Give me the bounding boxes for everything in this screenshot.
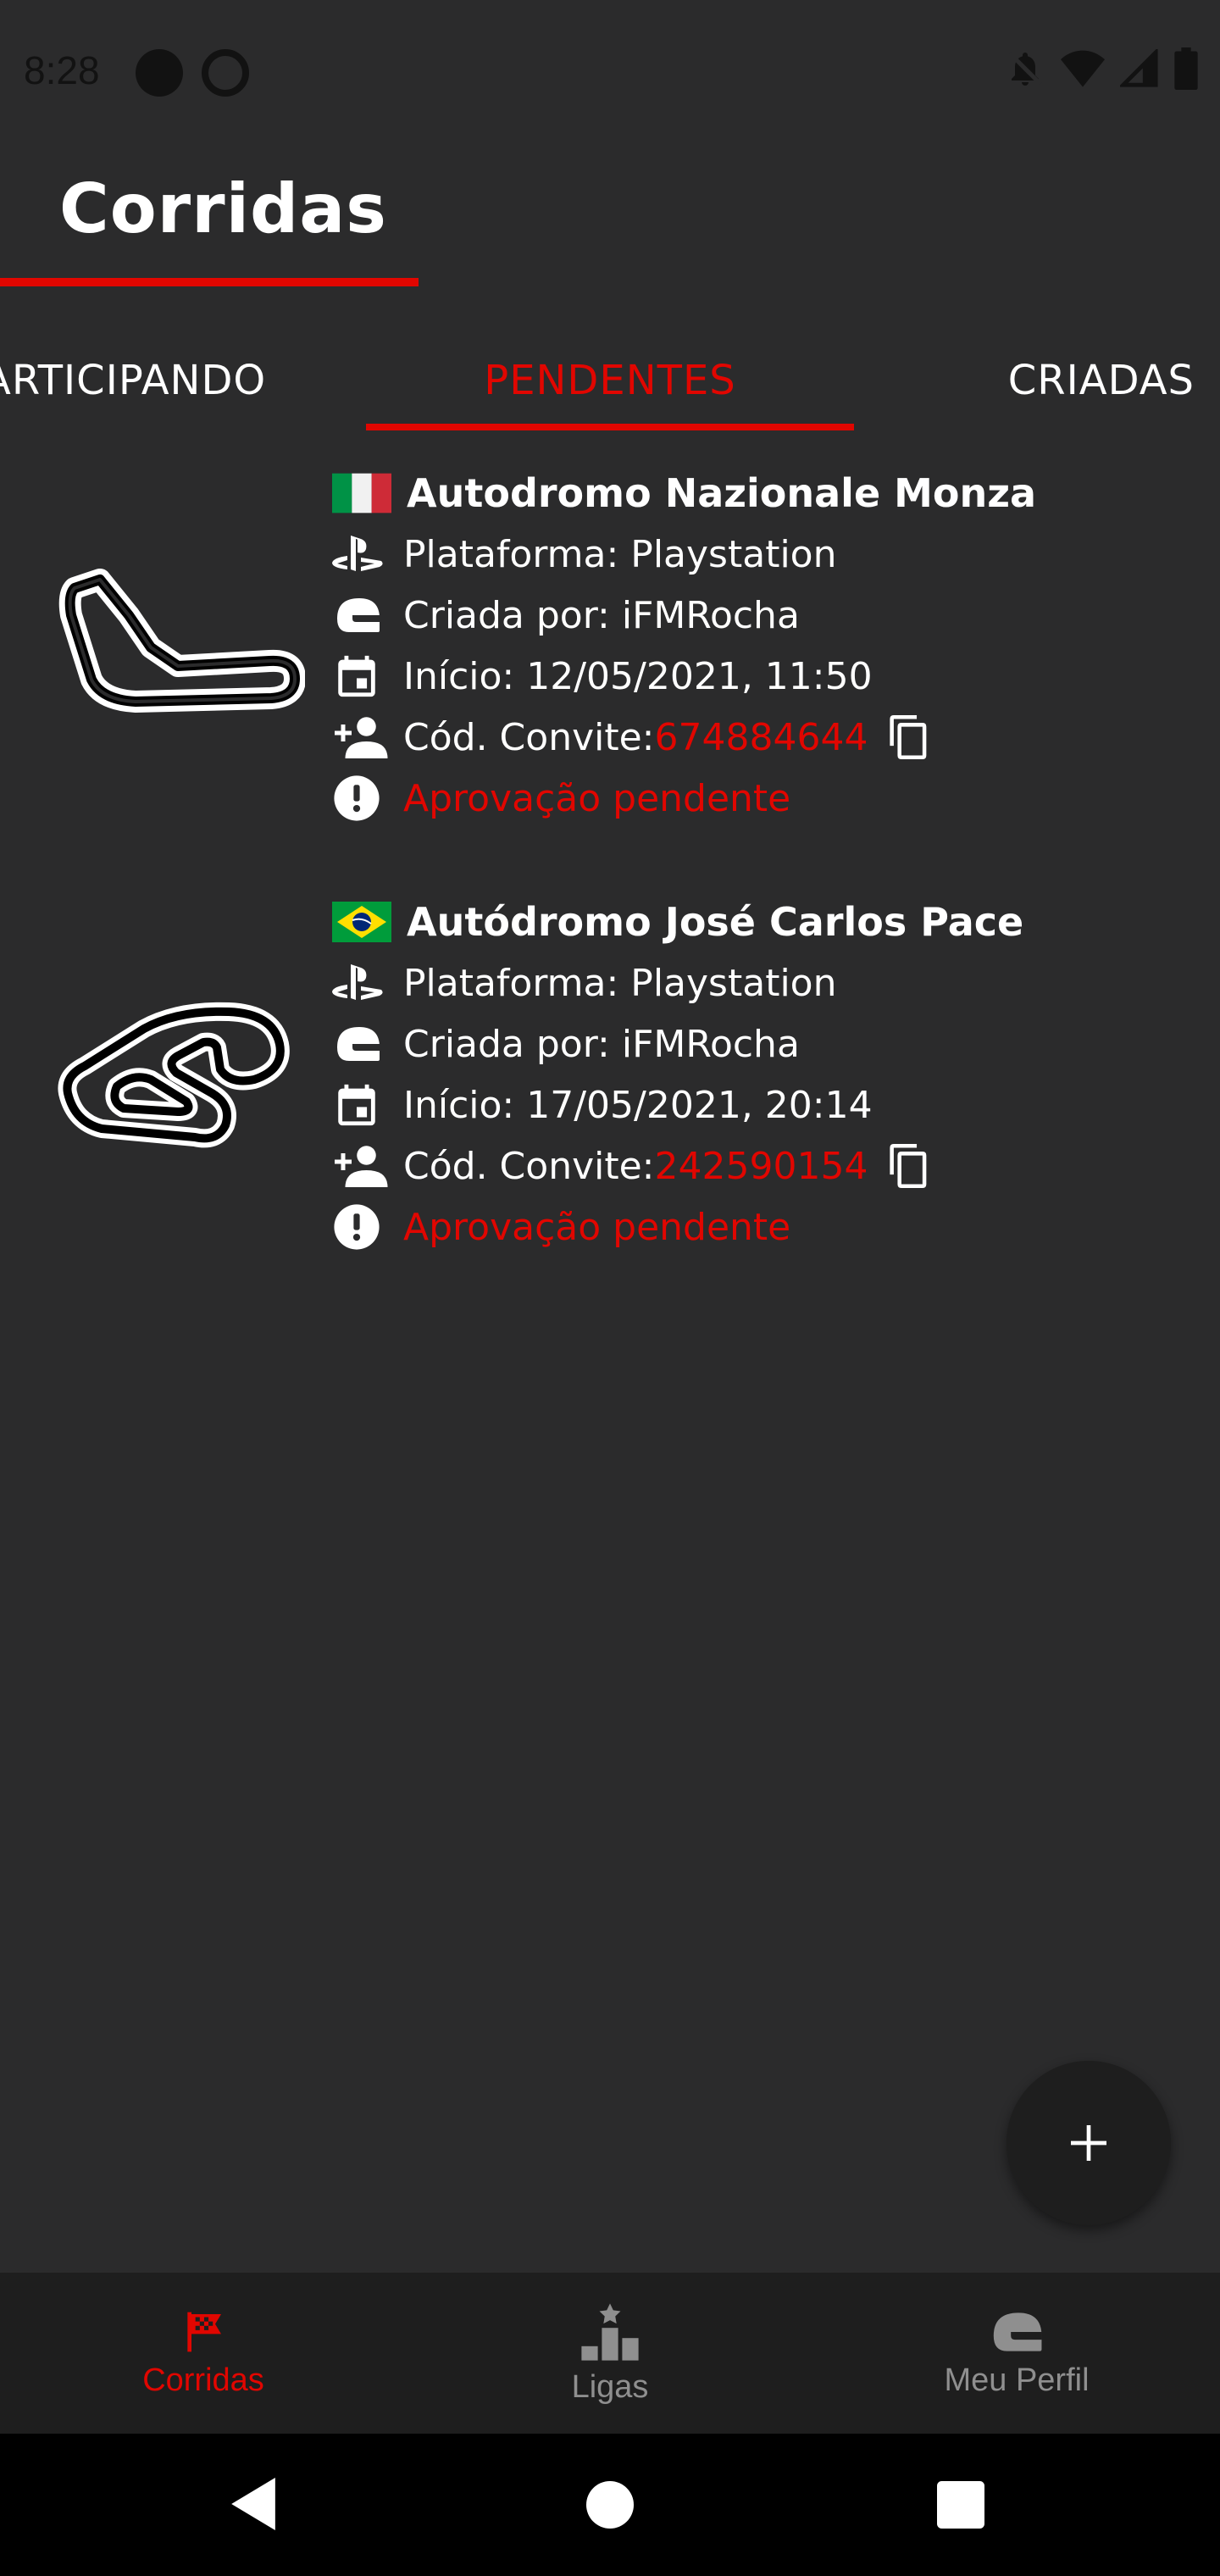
race-name: Autódromo José Carlos Pace [407,899,1024,945]
tab-bar: ARTICIPANDO PENDENTES CRIADAS [0,325,1220,436]
bell-off-icon [1008,52,1042,86]
system-navigation-bar [0,2434,1220,2576]
race-card[interactable]: Autódromo José Carlos Pace Plataforma: P… [0,891,1220,1281]
bottom-navigation: Corridas Ligas Meu Perfil [0,2273,1220,2434]
app-notification-icon [136,49,183,97]
calendar-icon [338,1084,375,1126]
recents-icon[interactable] [937,2481,984,2529]
helmet-icon [337,598,380,632]
signal-icon [1120,49,1158,87]
back-icon[interactable] [230,2478,276,2530]
add-person-icon [335,1146,388,1187]
battery-icon [1174,47,1198,90]
race-name: Autodromo Nazionale Monza [407,470,1037,516]
platform-row: Plataforma: Playstation [332,952,1023,1013]
invite-label: Cód. Convite: [403,715,655,759]
nav-label: Corridas [142,2362,264,2398]
creator-text: Criada por: iFMRocha [403,593,800,637]
brazil-flag-icon [332,902,391,942]
plus-icon [1071,2125,1106,2161]
invite-row: Cód. Convite: 242590154 [332,1135,1023,1196]
approval-status: Aprovação pendente [403,776,791,820]
add-person-icon [335,717,388,758]
status-time: 8:28 [24,48,100,92]
race-title-row: Autodromo Nazionale Monza [332,463,1036,524]
helmet-icon [993,2312,1042,2351]
alert-icon [334,775,380,821]
playstation-icon [332,536,383,571]
nav-ligas[interactable]: Ligas [407,2273,813,2434]
copy-icon [890,715,927,759]
tab-criadas[interactable]: CRIADAS [1008,325,1195,436]
creator-text: Criada por: iFMRocha [403,1022,800,1066]
copy-button[interactable] [890,1144,929,1188]
approval-status: Aprovação pendente [403,1205,791,1249]
status-row: Aprovação pendente [332,1196,1023,1257]
tab-pendentes[interactable]: PENDENTES [366,325,854,436]
track-map-interlagos [58,1002,290,1148]
status-right-icons [1005,47,1198,90]
helmet-icon [337,1027,380,1061]
title-underline [0,278,419,286]
app-notification-icon-2 [202,49,249,97]
copy-button[interactable] [890,715,929,759]
invite-code[interactable]: 674884644 [654,716,868,759]
nav-label: Ligas [571,2368,649,2405]
platform-row: Plataforma: Playstation [332,524,1036,585]
race-card[interactable]: Autodromo Nazionale Monza Plataforma: Pl… [0,463,1220,852]
race-title-row: Autódromo José Carlos Pace [332,891,1023,952]
invite-row: Cód. Convite: 674884644 [332,707,1036,768]
home-icon[interactable] [586,2481,634,2529]
tab-participando[interactable]: ARTICIPANDO [0,325,266,436]
nav-meu-perfil[interactable]: Meu Perfil [813,2273,1220,2434]
nav-corridas[interactable]: Corridas [0,2273,407,2434]
page-title: Corridas [59,169,387,248]
podium-icon [581,2302,639,2361]
checkered-flag-icon [187,2312,221,2351]
wifi-icon [1061,50,1105,87]
start-row: Início: 12/05/2021, 11:50 [332,646,1036,707]
start-row: Início: 17/05/2021, 20:14 [332,1074,1023,1135]
track-map-monza [58,569,305,713]
alert-icon [334,1204,380,1250]
platform-text: Plataforma: Playstation [403,961,837,1005]
platform-text: Plataforma: Playstation [403,532,837,576]
status-row: Aprovação pendente [332,768,1036,829]
creator-row: Criada por: iFMRocha [332,585,1036,646]
invite-label: Cód. Convite: [403,1144,655,1188]
creator-row: Criada por: iFMRocha [332,1013,1023,1074]
status-bar: 8:28 [0,0,1220,146]
copy-icon [890,1144,927,1188]
italy-flag-icon [332,473,391,514]
start-text: Início: 17/05/2021, 20:14 [403,1083,873,1127]
nav-label: Meu Perfil [944,2362,1090,2398]
add-race-button[interactable] [1006,2061,1171,2225]
start-text: Início: 12/05/2021, 11:50 [403,654,873,698]
invite-code[interactable]: 242590154 [654,1145,868,1188]
tab-indicator [366,424,854,430]
calendar-icon [338,655,375,697]
playstation-icon [332,964,383,1000]
